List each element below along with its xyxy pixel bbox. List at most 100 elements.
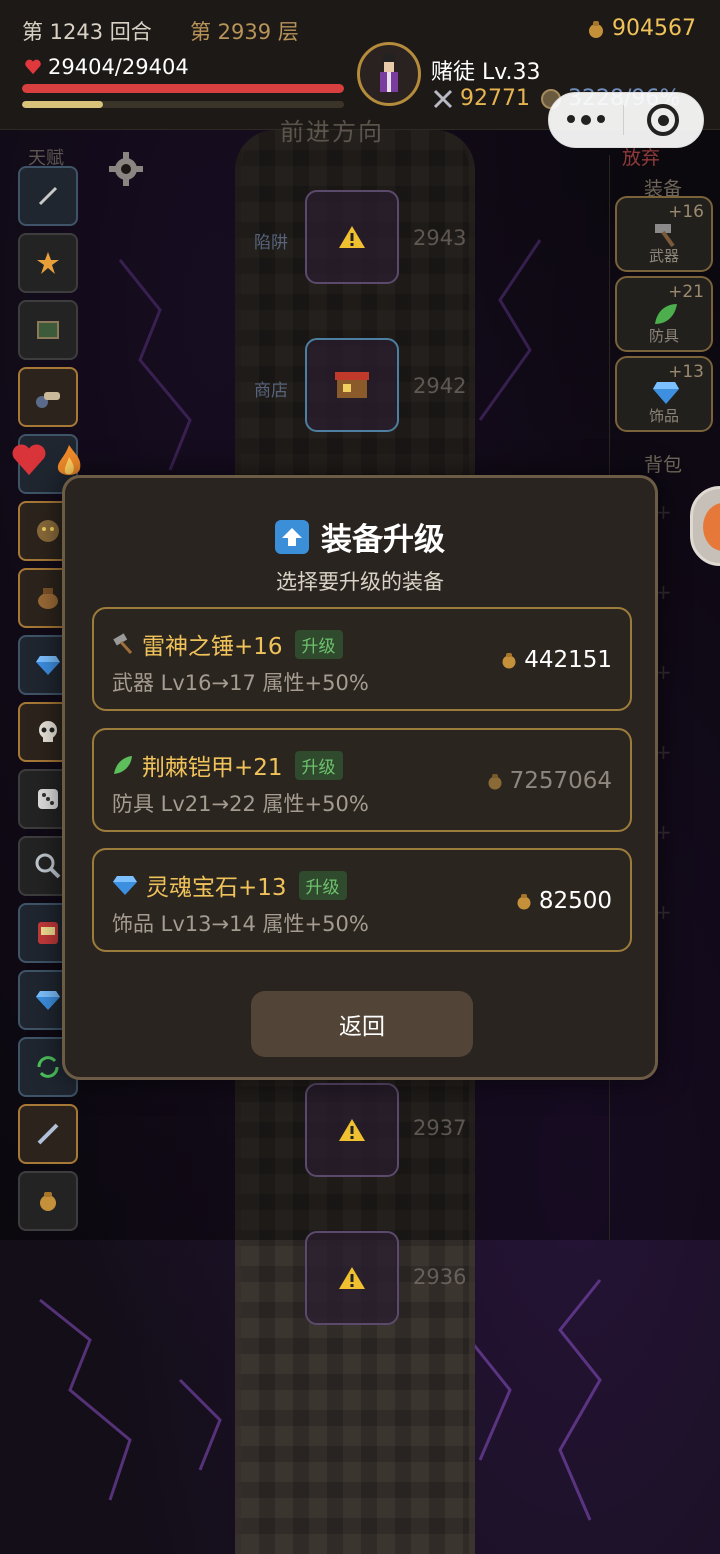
burst-icon <box>37 252 59 274</box>
modal-title-text: 装备升级 <box>321 522 445 558</box>
modal-subtitle: 选择要升级的装备 <box>276 570 444 594</box>
item-name-row: 雷神之锤+16 升级 <box>112 627 343 661</box>
equip-level: +21 <box>668 282 704 302</box>
painting-icon <box>37 321 59 339</box>
talent-slot[interactable] <box>18 1171 78 1231</box>
hp-value: 29404/29404 <box>48 55 189 79</box>
bag-icon <box>38 588 58 609</box>
warning-icon <box>339 1267 365 1289</box>
equip-slot-accessory[interactable]: +13 饰品 <box>615 356 713 432</box>
crossed-swords-icon <box>433 89 453 108</box>
price-value: 442151 <box>524 647 612 673</box>
direction-label: 前进方向 <box>280 118 384 146</box>
hp-bar <box>22 84 344 93</box>
modal-title: 装备升级 <box>65 514 655 559</box>
xp-bar <box>22 101 344 108</box>
cannon-icon <box>36 392 60 408</box>
gambler-portrait-icon <box>380 54 398 92</box>
dot-icon <box>596 115 605 123</box>
gold-amount: 904567 <box>612 16 696 41</box>
diamond-icon <box>36 991 60 1010</box>
item-name: 荆棘铠甲+21 <box>142 755 283 781</box>
more-menu-button[interactable] <box>549 115 623 125</box>
bag-title: 背包 <box>644 454 683 476</box>
upgrade-option-accessory[interactable]: 灵魂宝石+13 升级 饰品 Lv13→14 属性+50% 82500 <box>92 848 632 952</box>
upgrade-option-weapon[interactable]: 雷神之锤+16 升级 武器 Lv16→17 属性+50% 442151 <box>92 607 632 711</box>
item-price: 82500 <box>515 888 612 914</box>
magnifier-icon <box>35 853 61 879</box>
map-node-trap[interactable] <box>305 1083 399 1177</box>
floor-counter: 第 2939 层 <box>190 20 299 44</box>
item-name: 雷神之锤+16 <box>142 634 283 660</box>
upgrade-tag: 升级 <box>298 870 347 900</box>
upgrade-tag: 升级 <box>294 750 343 780</box>
round-counter: 第 1243 回合 <box>22 20 152 44</box>
hp-bar-fill <box>22 84 344 93</box>
close-mini-program-button[interactable] <box>624 104 703 136</box>
gold-display: 904567 <box>586 16 696 41</box>
back-button[interactable]: 返回 <box>251 991 473 1057</box>
item-description: 饰品 Lv13→14 属性+50% <box>112 912 369 936</box>
equip-name: 武器 <box>648 247 679 265</box>
player-name: 赌徒 Lv.33 <box>431 60 541 85</box>
talent-slot[interactable] <box>18 166 78 226</box>
slot-machine-icon <box>38 922 58 944</box>
target-icon <box>647 104 680 136</box>
map-node-trap[interactable] <box>305 1231 399 1325</box>
item-description: 防具 Lv21→22 属性+50% <box>112 792 369 816</box>
talent-slot[interactable] <box>18 367 78 427</box>
diamond-icon <box>113 876 137 895</box>
upgrade-tag: 升级 <box>294 629 343 659</box>
item-name-row: 灵魂宝石+13 升级 <box>112 868 347 902</box>
refresh-icon <box>37 1056 59 1078</box>
talent-slot[interactable] <box>18 300 78 360</box>
node-floor: 2943 <box>413 226 467 250</box>
leaf-icon <box>114 756 132 774</box>
diamond-icon <box>36 656 60 675</box>
shop-icon <box>335 372 369 398</box>
heart-icon <box>25 59 41 75</box>
money-bag-icon <box>589 20 604 38</box>
item-price: 7257064 <box>486 768 612 794</box>
talent-slot[interactable] <box>18 1104 78 1164</box>
money-bag-icon <box>502 653 516 669</box>
upgrade-modal: 装备升级 选择要升级的装备 雷神之锤+16 升级 武器 Lv16→17 属性+5… <box>62 475 658 1080</box>
hp-row: 29404/29404 <box>24 55 189 79</box>
golem-icon <box>37 520 59 542</box>
item-description: 武器 Lv16→17 属性+50% <box>112 671 369 695</box>
upgrade-option-armor[interactable]: 荆棘铠甲+21 升级 防具 Lv21→22 属性+50% 7257064 <box>92 728 632 832</box>
hammer-icon <box>655 224 675 248</box>
attack-stat: 92771 <box>432 86 530 111</box>
map-node-shop[interactable] <box>305 338 399 432</box>
talent-slot[interactable] <box>18 233 78 293</box>
equip-name: 防具 <box>648 327 679 345</box>
mini-program-capsule <box>548 92 704 148</box>
node-label: 陷阱 <box>254 233 288 253</box>
skull-icon <box>39 721 57 742</box>
staff-icon <box>37 1123 59 1145</box>
hammer-icon <box>113 633 133 655</box>
equip-slot-armor[interactable]: +21 防具 <box>615 276 713 352</box>
map-node-trap[interactable] <box>305 190 399 284</box>
money-bag-icon <box>40 1192 56 1211</box>
item-name-row: 荆棘铠甲+21 升级 <box>112 748 343 782</box>
warning-icon <box>339 226 365 248</box>
dot-icon <box>580 115 591 125</box>
item-price: 442151 <box>500 647 612 673</box>
dagger-icon <box>38 186 58 206</box>
price-value: 7257064 <box>509 768 612 794</box>
price-value: 82500 <box>538 888 612 914</box>
player-avatar[interactable] <box>357 42 421 106</box>
equip-slot-weapon[interactable]: +16 武器 <box>615 196 713 272</box>
node-floor: 2937 <box>413 1116 467 1140</box>
attack-value: 92771 <box>460 86 530 111</box>
xp-bar-fill <box>22 101 103 108</box>
money-bag-icon <box>488 774 502 790</box>
node-floor: 2936 <box>413 1265 467 1289</box>
settings-button[interactable] <box>102 145 150 193</box>
arrow-up-icon <box>275 519 309 554</box>
abandon-button[interactable]: 放弃 <box>622 143 660 170</box>
dice-icon <box>38 789 58 809</box>
money-bag-icon <box>517 894 531 910</box>
diamond-icon <box>653 382 679 404</box>
